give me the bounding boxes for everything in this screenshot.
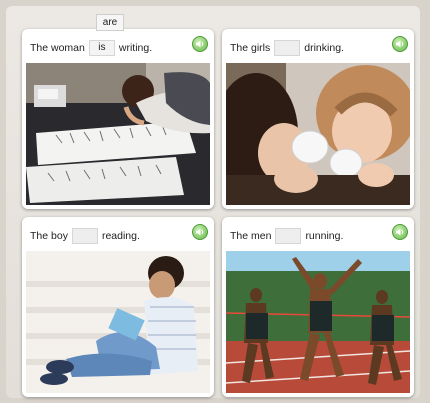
photo-boy-reading <box>26 251 210 393</box>
audio-button[interactable] <box>392 36 408 52</box>
audio-button[interactable] <box>192 36 208 52</box>
speaker-icon <box>196 228 204 236</box>
sentence-start: The girls <box>230 42 271 54</box>
answer-options: are <box>96 14 124 31</box>
speaker-icon <box>396 228 404 236</box>
sentence-end: writing. <box>118 42 153 54</box>
answer-blank[interactable]: is <box>88 40 115 56</box>
card-header: The girls drinking. <box>222 29 414 63</box>
photo-men-running <box>226 251 410 393</box>
card-woman-writing: The woman is writing. <box>22 29 214 209</box>
card-header: The boy reading. <box>22 217 214 251</box>
option-are[interactable]: are <box>96 14 124 31</box>
sentence-end: running. <box>305 230 344 242</box>
sentence-end: drinking. <box>304 42 344 54</box>
card-men-running: The men running. <box>222 217 414 397</box>
card-header: The men running. <box>222 217 414 251</box>
sentence: The men running. <box>230 228 343 244</box>
audio-button[interactable] <box>392 224 408 240</box>
sentence-start: The woman <box>30 42 85 54</box>
card-girls-drinking: The girls drinking. <box>222 29 414 209</box>
answer-blank[interactable] <box>274 40 301 56</box>
card-boy-reading: The boy reading. <box>22 217 214 397</box>
photo-girls-drinking <box>226 63 410 205</box>
sentence-start: The men <box>230 230 272 242</box>
sentence-start: The boy <box>30 230 68 242</box>
speaker-icon <box>396 40 404 48</box>
audio-button[interactable] <box>192 224 208 240</box>
speaker-icon <box>196 40 204 48</box>
answer-blank[interactable] <box>275 228 302 244</box>
answer-blank[interactable] <box>71 228 98 244</box>
sentence: The boy reading. <box>30 228 140 244</box>
sentence: The woman is writing. <box>30 40 152 56</box>
photo-woman-writing <box>26 63 210 205</box>
card-header: The woman is writing. <box>22 29 214 63</box>
sentence-end: reading. <box>101 230 140 242</box>
sentence: The girls drinking. <box>230 40 344 56</box>
